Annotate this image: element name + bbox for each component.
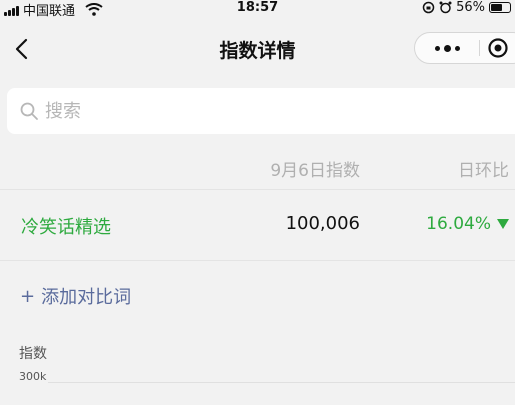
more-dot <box>454 45 460 51</box>
divider <box>0 260 515 261</box>
chart-y-axis-label: 指数 <box>19 346 47 362</box>
chart-gridline <box>48 382 515 383</box>
table-header: 9月6日指数 日环比 <box>0 156 515 181</box>
down-triangle-icon <box>497 219 509 229</box>
index-value: 100,006 <box>285 213 360 234</box>
keyword-name[interactable]: 冷笑话精选 <box>21 213 111 239</box>
day-change-header: 日环比 <box>458 161 509 181</box>
search-input[interactable] <box>45 100 485 122</box>
day-change-value: 16.04% <box>426 214 491 234</box>
add-compare-label: 添加对比词 <box>41 287 132 308</box>
search-box[interactable] <box>7 88 515 134</box>
capsule-divider <box>479 40 480 56</box>
table-row[interactable]: 冷笑话精选 100,006 16.04% <box>0 205 515 245</box>
date-index-header: 9月6日指数 <box>270 161 360 181</box>
more-dot <box>443 44 451 52</box>
navigation-bar: 指数详情 <box>0 22 515 74</box>
alarm-icon <box>439 1 452 14</box>
divider <box>0 189 515 190</box>
battery-icon <box>489 2 511 13</box>
status-bar: 中国联通 18:57 56% <box>0 0 515 19</box>
search-icon <box>20 102 38 120</box>
more-button[interactable] <box>415 33 479 63</box>
day-change: 16.04% <box>426 214 509 234</box>
plus-icon: + <box>20 285 36 307</box>
chart-y-tick: 300k <box>19 370 47 383</box>
status-right: 56% <box>422 0 511 15</box>
more-dot <box>434 45 440 51</box>
add-compare-button[interactable]: + 添加对比词 <box>20 283 131 309</box>
mini-program-capsule <box>414 32 515 64</box>
close-mini-program-icon[interactable] <box>487 37 509 59</box>
rotation-lock-icon <box>422 1 435 14</box>
battery-percent: 56% <box>456 0 485 15</box>
